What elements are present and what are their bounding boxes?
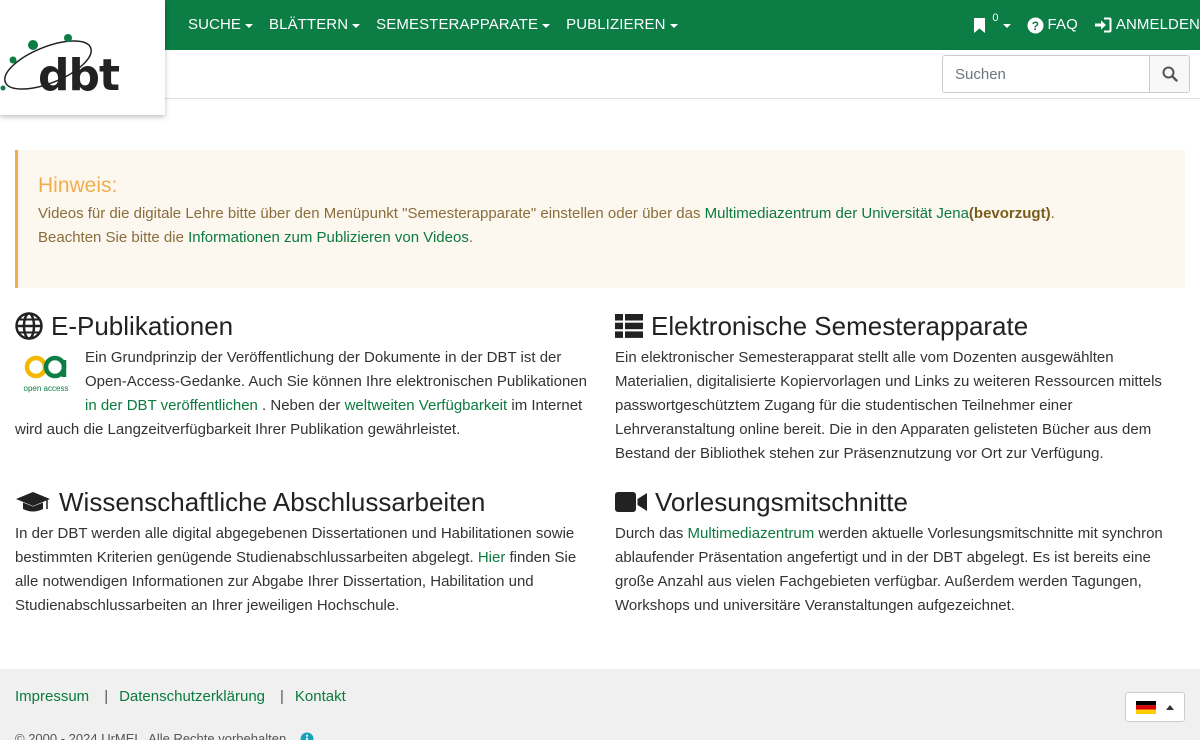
language-selector[interactable] <box>1125 692 1185 722</box>
chevron-down-icon <box>1002 23 1011 28</box>
section-heading: E-Publikationen <box>15 311 587 341</box>
faq-link[interactable]: ? FAQ <box>1027 13 1078 37</box>
section-title: Vorlesungsmitschnitte <box>655 487 908 517</box>
bookmark-icon <box>974 17 986 33</box>
globe-icon <box>15 312 43 340</box>
search-input[interactable] <box>942 55 1149 93</box>
alert-text: . <box>1050 205 1055 222</box>
section-vorlesungsmitschnitte: Vorlesungsmitschnitte Durch das Multimed… <box>615 487 1190 618</box>
svg-text:?: ? <box>1031 19 1038 33</box>
menu-publizieren[interactable]: PUBLIZIEREN <box>566 13 678 37</box>
top-navbar: SUCHE BLÄTTERN SEMESTERAPPARATE PUBLIZIE… <box>0 0 1200 50</box>
info-icon[interactable] <box>300 732 314 740</box>
thesis-text: In der DBT werden alle digital abgegeben… <box>15 522 587 618</box>
search-bar <box>0 50 1200 99</box>
video-info-link[interactable]: Informationen zum Publizieren von Videos <box>188 229 469 246</box>
datenschutz-link[interactable]: Datenschutzerklärung <box>119 685 265 709</box>
menu-suche-label: SUCHE <box>188 16 242 33</box>
logo-text: dbt <box>38 50 120 101</box>
list-table-icon <box>615 314 643 338</box>
semapp-text: Ein elektronischer Semesterapparat stell… <box>615 349 1162 462</box>
section-semesterapparate: Elektronische Semesterapparate Ein elekt… <box>615 311 1190 466</box>
dbt-logo-graphic: dbt <box>0 34 121 101</box>
chevron-down-icon <box>352 23 361 28</box>
video-camera-icon <box>615 492 647 512</box>
bookmark-button[interactable]: 0 <box>973 12 1011 37</box>
chevron-down-icon <box>542 23 551 28</box>
kontakt-link[interactable]: Kontakt <box>295 685 346 709</box>
notice-alert: Hinweis: Videos für die digitale Lehre b… <box>15 150 1185 288</box>
multimediazentrum-link[interactable]: Multimediazentrum <box>688 525 815 542</box>
menu-semesterapparate[interactable]: SEMESTERAPPARATE <box>376 13 551 37</box>
copyright: © 2000 - 2024 UrMEL. Alle Rechte vorbeha… <box>15 727 314 740</box>
menu-suche[interactable]: SUCHE <box>188 13 254 37</box>
multimediazentrum-link[interactable]: Multimediazentrum der Universität Jena <box>705 205 969 222</box>
alert-text: Videos für die digitale Lehre bitte über… <box>38 205 705 222</box>
bookmark-count: 0 <box>992 12 999 24</box>
open-access-logo: open access <box>24 355 69 393</box>
lecture-text: Durch das Multimediazentrum werden aktue… <box>615 522 1190 618</box>
alert-title: Hinweis: <box>38 174 118 197</box>
search-icon <box>1162 66 1178 82</box>
section-heading: Elektronische Semesterapparate <box>615 311 1190 341</box>
alert-line-2: Beachten Sie bitte die Informationen zum… <box>38 226 1165 250</box>
search-form <box>942 55 1190 93</box>
section-heading: Wissenschaftliche Abschlussarbeiten <box>15 487 587 517</box>
footer-separator: | <box>104 688 109 705</box>
section-heading: Vorlesungsmitschnitte <box>615 487 1190 517</box>
search-button[interactable] <box>1149 55 1190 93</box>
menu-semesterapparate-label: SEMESTERAPPARATE <box>376 16 539 33</box>
chevron-down-icon <box>245 23 254 28</box>
impressum-link[interactable]: Impressum <box>15 685 89 709</box>
sign-in-icon <box>1094 17 1112 33</box>
chevron-down-icon <box>1166 704 1174 710</box>
dbt-logo[interactable]: dbt <box>0 0 165 115</box>
menu-publizieren-label: PUBLIZIEREN <box>566 16 666 33</box>
paragraph-text: Durch das <box>615 525 688 542</box>
chevron-down-icon <box>669 23 678 28</box>
german-flag-icon <box>1136 700 1156 714</box>
login-link[interactable]: ANMELDEN <box>1094 13 1200 37</box>
question-circle-icon: ? <box>1027 17 1044 33</box>
paragraph-text: . Neben der <box>257 397 345 414</box>
epub-text: Ein Grundprinzip der Veröffentlichung de… <box>15 346 587 442</box>
section-epublikationen: E-Publikationen open access Ein Grundpri… <box>15 311 587 442</box>
open-access-label: open access <box>24 384 69 393</box>
section-abschlussarbeiten: Wissenschaftliche Abschlussarbeiten In d… <box>15 487 587 618</box>
alert-text: . <box>468 229 473 246</box>
publish-in-dbt-link[interactable]: in der DBT veröffentlichen <box>85 397 258 414</box>
copyright-text: © 2000 - 2024 UrMEL. Alle Rechte vorbeha… <box>15 731 290 740</box>
alert-line-1: Videos für die digitale Lehre bitte über… <box>38 202 1165 226</box>
worldwide-availability-link[interactable]: weltweiten Verfügbarkeit <box>345 397 508 414</box>
section-title: E-Publikationen <box>51 311 234 341</box>
menu-blaettern[interactable]: BLÄTTERN <box>269 13 361 37</box>
footer: Impressum | Datenschutzerklärung | Konta… <box>0 669 1200 740</box>
footer-separator: | <box>280 688 284 705</box>
main-menu: SUCHE BLÄTTERN SEMESTERAPPARATE PUBLIZIE… <box>188 0 678 50</box>
section-title: Wissenschaftliche Abschlussarbeiten <box>59 487 486 517</box>
alert-text: Beachten Sie bitte die <box>38 229 189 246</box>
user-menu: 0 ? FAQ ANMELDEN <box>973 0 1200 50</box>
alert-bold-text: (bevorzugt) <box>968 205 1051 222</box>
faq-label: FAQ <box>1047 16 1078 33</box>
login-label: ANMELDEN <box>1115 16 1200 33</box>
menu-blaettern-label: BLÄTTERN <box>269 16 349 33</box>
section-title: Elektronische Semesterapparate <box>651 311 1029 341</box>
thesis-info-link[interactable]: Hier <box>478 549 506 566</box>
footer-links: Impressum | Datenschutzerklärung | Konta… <box>15 685 346 709</box>
graduation-cap-icon <box>16 492 50 512</box>
paragraph-text: Ein Grundprinzip der Veröffentlichung de… <box>85 349 587 390</box>
